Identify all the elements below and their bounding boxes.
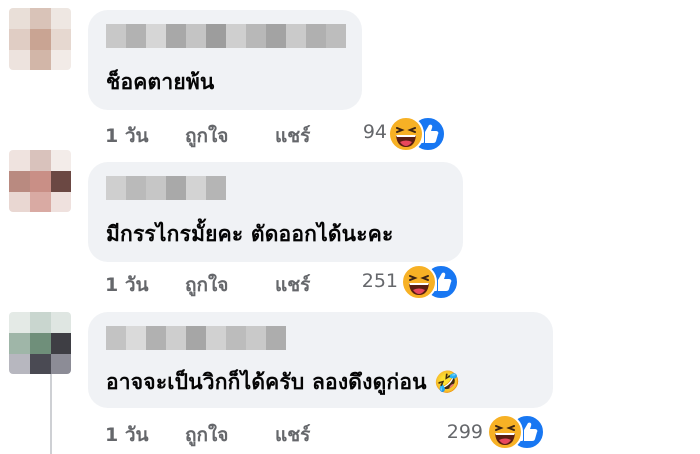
commenter-avatar[interactable] (9, 312, 71, 374)
commenter-name-redacted[interactable] (106, 24, 346, 48)
commenter-avatar[interactable] (9, 150, 71, 212)
comment-timestamp[interactable]: 1 วัน (105, 270, 149, 300)
reaction-icons[interactable] (401, 264, 463, 302)
comment-text: ช็อคตายพ้น (106, 70, 215, 94)
comment-text: มีกรรไกรมั้ยคะ ตัดออกได้นะคะ (106, 222, 394, 246)
reply-action-link[interactable]: แชร์ (275, 420, 310, 450)
comment-actions: 1 วัน ถูกใจ แชร์ (105, 420, 665, 450)
comment-timestamp[interactable]: 1 วัน (105, 121, 149, 151)
haha-emoji-icon (487, 414, 523, 450)
comment-bubble: อาจจะเป็นวิกก็ได้ครับ ลองดึงดูก่อน 🤣 (88, 312, 553, 408)
reaction-count[interactable]: 94 (345, 121, 387, 143)
like-action-link[interactable]: ถูกใจ (185, 121, 228, 151)
comment-bubble: มีกรรไกรมั้ยคะ ตัดออกได้นะคะ (88, 162, 463, 262)
commenter-name-redacted[interactable] (106, 326, 286, 350)
like-action-link[interactable]: ถูกใจ (185, 420, 228, 450)
reply-thread-line (50, 374, 52, 454)
comment-text: อาจจะเป็นวิกก็ได้ครับ ลองดึงดูก่อน 🤣 (106, 370, 461, 394)
reply-action-link[interactable]: แชร์ (275, 121, 310, 151)
like-action-link[interactable]: ถูกใจ (185, 270, 228, 300)
reaction-icons[interactable] (487, 414, 549, 452)
comment-bubble: ช็อคตายพ้น (88, 10, 362, 110)
comment-timestamp[interactable]: 1 วัน (105, 420, 149, 450)
commenter-avatar[interactable] (9, 8, 71, 70)
reaction-count[interactable]: 251 (352, 270, 398, 292)
reaction-count[interactable]: 299 (437, 421, 483, 443)
haha-emoji-icon (401, 264, 437, 300)
reply-action-link[interactable]: แชร์ (275, 270, 310, 300)
reaction-icons[interactable] (388, 116, 450, 154)
commenter-name-redacted[interactable] (106, 176, 226, 200)
haha-emoji-icon (388, 116, 424, 152)
